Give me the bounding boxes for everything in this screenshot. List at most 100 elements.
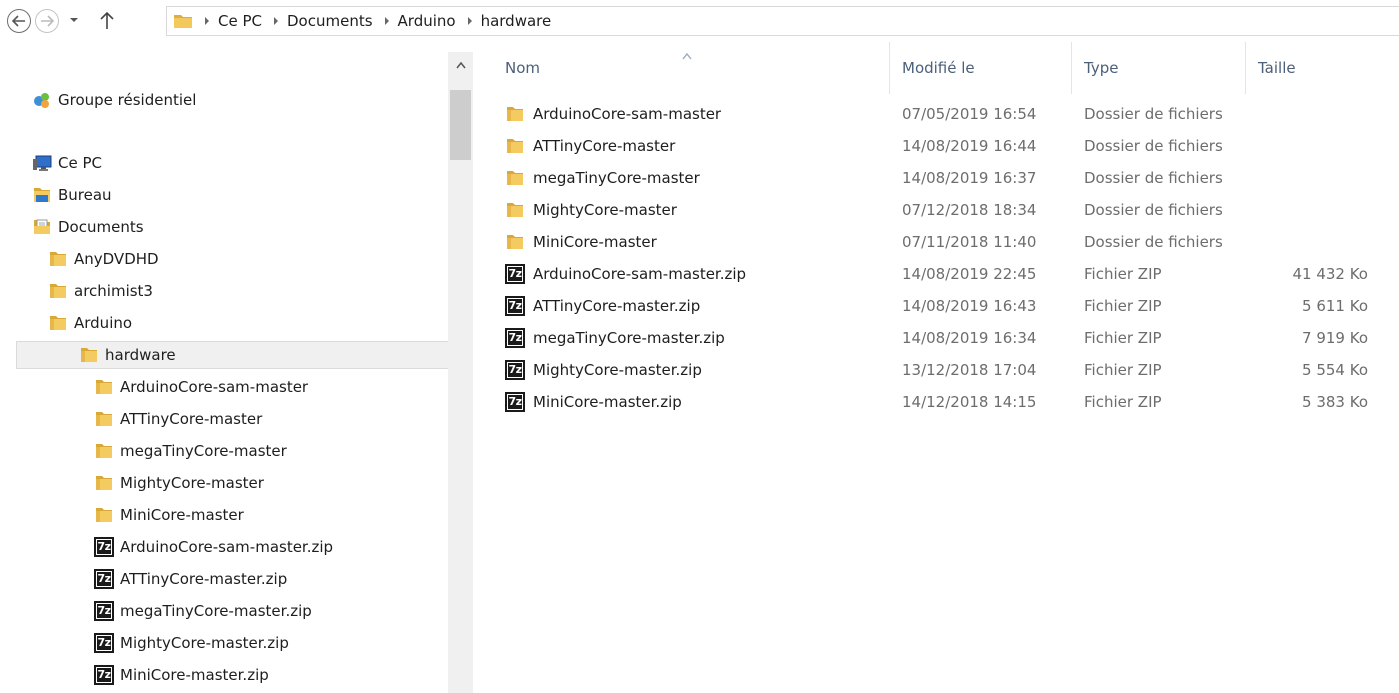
file-name: ArduinoCore-sam-master xyxy=(533,105,722,123)
file-row[interactable]: megaTinyCore-master 14/08/2019 16:37 Dossi… xyxy=(473,163,1377,193)
nav-item-anydvdhd[interactable]: AnyDVDHD xyxy=(48,245,159,273)
file-modified: 14/12/2018 14:15 xyxy=(902,393,1037,411)
file-modified: 14/08/2019 16:34 xyxy=(902,329,1037,347)
documents-folder-icon xyxy=(34,219,50,234)
file-row[interactable]: 7z MightyCore-master.zip 13/12/2018 17:04 F… xyxy=(473,355,1377,385)
nav-item-label: Ce PC xyxy=(58,154,102,172)
file-name-cell: 7z MightyCore-master.zip xyxy=(505,355,885,385)
nav-item-bureau[interactable]: Bureau xyxy=(32,181,112,209)
file-size xyxy=(1258,227,1368,257)
column-header-size[interactable]: Taille xyxy=(1246,42,1377,94)
arrow-left-icon xyxy=(12,15,25,27)
nav-item-ce-pc[interactable]: Ce PC xyxy=(32,149,102,177)
7z-archive-icon: 7z xyxy=(94,665,114,685)
7z-archive-icon: 7z xyxy=(94,633,114,653)
up-button[interactable] xyxy=(97,10,117,32)
file-type: Dossier de fichiers xyxy=(1084,201,1223,219)
chevron-right-icon xyxy=(384,17,389,25)
nav-item-label: megaTinyCore-master.zip xyxy=(120,602,312,620)
folder-icon xyxy=(96,444,112,458)
desktop-folder-icon xyxy=(34,188,50,202)
navigation-pane: Groupe résidentiel Ce PC Bureau Documents An… xyxy=(0,42,448,693)
arrow-up-icon xyxy=(100,11,114,29)
file-size xyxy=(1258,195,1368,225)
file-row[interactable]: 7z MiniCore-master.zip 14/12/2018 14:15 Fic… xyxy=(473,387,1377,417)
nav-item-arduino[interactable]: Arduino xyxy=(48,309,132,337)
file-row[interactable]: ATTinyCore-master 14/08/2019 16:44 Dossier… xyxy=(473,131,1377,161)
7z-archive-icon: 7z xyxy=(505,360,525,380)
nav-item-megatinycore-master-zip[interactable]: 7z megaTinyCore-master.zip xyxy=(94,597,312,625)
file-row[interactable]: MightyCore-master 07/12/2018 18:34 Dossier… xyxy=(473,195,1377,225)
file-list: Nom Modifié le Type Taille ArduinoCore-s… xyxy=(473,42,1399,693)
folder-icon xyxy=(507,107,523,121)
file-name: ATTinyCore-master.zip xyxy=(533,297,701,315)
nav-item-label: Groupe résidentiel xyxy=(58,91,197,109)
file-name-cell: 7z ATTinyCore-master.zip xyxy=(505,291,885,321)
nav-item-archimist3[interactable]: archimist3 xyxy=(48,277,153,305)
nav-item-minicore-master-zip[interactable]: 7z MiniCore-master.zip xyxy=(94,661,269,689)
nav-item-documents[interactable]: Documents xyxy=(32,213,144,241)
nav-item-groupe-r-sidentiel[interactable]: Groupe résidentiel xyxy=(32,86,196,114)
breadcrumb-ce-pc[interactable]: Ce PC xyxy=(218,12,262,30)
breadcrumb-hardware[interactable]: hardware xyxy=(481,12,552,30)
folder-icon xyxy=(174,15,192,28)
file-size: 7 919 Ko xyxy=(1302,329,1368,347)
nav-item-attinycore-master-zip[interactable]: 7z ATTinyCore-master.zip xyxy=(94,565,287,593)
column-header-modified[interactable]: Modifié le xyxy=(890,42,1072,94)
file-name-cell: MiniCore-master xyxy=(505,227,885,257)
arrow-right-icon xyxy=(41,15,54,27)
column-header-name[interactable]: Nom xyxy=(473,42,890,94)
file-row[interactable]: 7z ATTinyCore-master.zip 14/08/2019 16:43 F… xyxy=(473,291,1377,321)
7z-archive-icon: 7z xyxy=(94,569,114,589)
nav-item-label: MightyCore-master.zip xyxy=(120,634,289,652)
file-name-cell: MightyCore-master xyxy=(505,195,885,225)
breadcrumb-arduino[interactable]: Arduino xyxy=(398,12,456,30)
nav-item-label: Arduino xyxy=(74,314,133,332)
7z-archive-icon: 7z xyxy=(505,264,525,284)
nav-item-label: MightyCore-master xyxy=(120,474,264,492)
column-header-type[interactable]: Type xyxy=(1072,42,1246,94)
nav-item-mightycore-master[interactable]: MightyCore-master xyxy=(94,469,264,497)
file-row[interactable]: ArduinoCore-sam-master 07/05/2019 16:54 Do… xyxy=(473,99,1377,129)
file-row[interactable]: 7z ArduinoCore-sam-master.zip 14/08/2019 2… xyxy=(473,259,1377,289)
nav-item-megatinycore-master[interactable]: megaTinyCore-master xyxy=(94,437,287,465)
nav-item-label: ArduinoCore-sam-master.zip xyxy=(120,538,334,556)
nav-item-mightycore-master-zip[interactable]: 7z MightyCore-master.zip xyxy=(94,629,289,657)
file-type: Dossier de fichiers xyxy=(1084,233,1223,251)
nav-item-arduinocore-sam-master[interactable]: ArduinoCore-sam-master xyxy=(94,373,308,401)
file-row[interactable]: MiniCore-master 07/11/2018 11:40 Dossier d… xyxy=(473,227,1377,257)
file-row[interactable]: 7z megaTinyCore-master.zip 14/08/2019 16:3… xyxy=(473,323,1377,353)
file-size xyxy=(1258,131,1368,161)
folder-icon xyxy=(507,203,523,217)
file-modified: 07/05/2019 16:54 xyxy=(902,105,1037,123)
file-name-cell: megaTinyCore-master xyxy=(505,163,885,193)
file-type: Fichier ZIP xyxy=(1084,297,1162,315)
nav-item-label: ArduinoCore-sam-master xyxy=(120,378,309,396)
nav-scrollbar[interactable] xyxy=(448,52,473,693)
recent-locations-button[interactable] xyxy=(67,13,81,27)
nav-item-attinycore-master[interactable]: ATTinyCore-master xyxy=(94,405,262,433)
nav-item-label: AnyDVDHD xyxy=(74,250,159,268)
nav-item-label: megaTinyCore-master xyxy=(120,442,287,460)
nav-item-label: hardware xyxy=(105,346,176,364)
folder-icon xyxy=(507,139,523,153)
file-modified: 14/08/2019 16:44 xyxy=(902,137,1037,155)
file-name: ArduinoCore-sam-master.zip xyxy=(533,265,747,283)
breadcrumb-documents[interactable]: Documents xyxy=(287,12,373,30)
scroll-thumb[interactable] xyxy=(450,90,471,160)
back-button[interactable] xyxy=(7,9,31,33)
nav-item-label: MiniCore-master xyxy=(120,506,244,524)
nav-item-hardware[interactable]: hardware xyxy=(16,341,448,369)
nav-item-arduinocore-sam-master-zip[interactable]: 7z ArduinoCore-sam-master.zip xyxy=(94,533,333,561)
file-size: 5 611 Ko xyxy=(1302,297,1368,315)
address-bar[interactable]: Ce PC Documents Arduino hardware xyxy=(166,6,1399,36)
nav-item-minicore-master[interactable]: MiniCore-master xyxy=(94,501,244,529)
chevron-right-icon xyxy=(205,17,209,25)
forward-button[interactable] xyxy=(35,9,59,33)
file-name-cell: 7z megaTinyCore-master.zip xyxy=(505,323,885,353)
caret-up-icon xyxy=(455,61,466,69)
file-modified: 14/08/2019 16:43 xyxy=(902,297,1037,315)
scroll-up-button[interactable] xyxy=(448,52,473,78)
folder-icon xyxy=(81,348,97,362)
folder-icon xyxy=(96,380,112,394)
